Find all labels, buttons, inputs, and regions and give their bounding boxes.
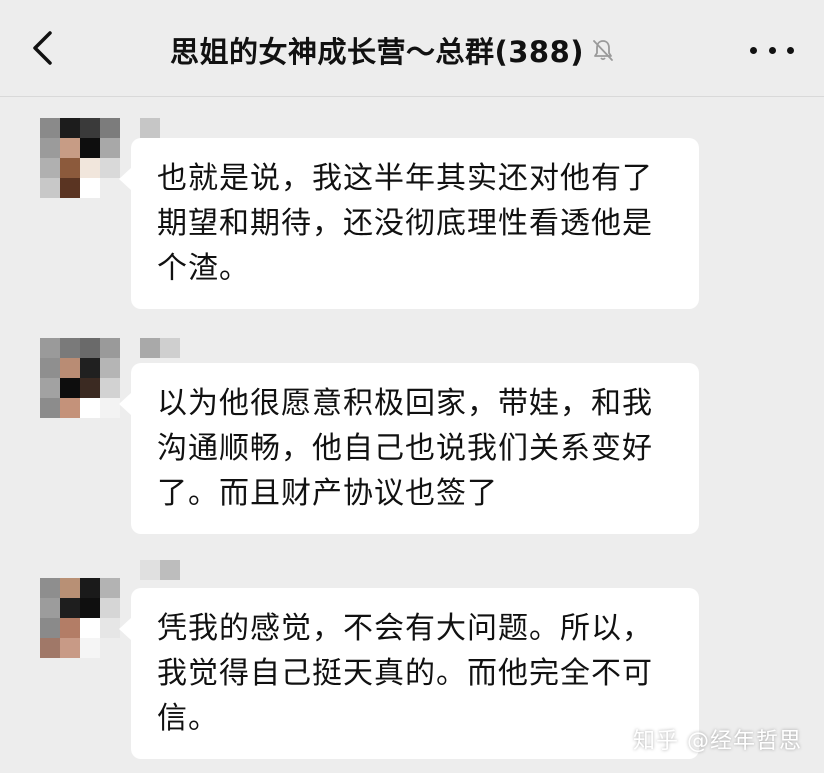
more-dots-icon (750, 46, 757, 54)
bell-slash-icon (590, 37, 616, 63)
chat-title: 思姐的女神成长营～总群(388) (170, 35, 585, 69)
avatar[interactable] (40, 118, 120, 198)
sender-name-blurred (140, 338, 180, 358)
back-button[interactable] (22, 26, 62, 74)
message-bubble[interactable]: 以为他很愿意积极回家，带娃，和我沟通顺畅，他自己也说我们关系变好了。而且财产协议… (119, 363, 699, 534)
more-options-button[interactable] (750, 34, 794, 66)
chat-screen: 思姐的女神成长营～总群(388) 也就是说，我这半年其实还对他有了期望和期待，还… (0, 0, 824, 773)
avatar[interactable] (40, 578, 120, 658)
chevron-left-icon (31, 30, 53, 70)
chat-title-area: 思姐的女神成长营～总群(388) (170, 28, 690, 72)
sender-name-blurred (140, 118, 160, 138)
watermark: 知乎 @经年哲思 (633, 729, 802, 754)
avatar[interactable] (40, 338, 120, 418)
message-bubble[interactable]: 凭我的感觉，不会有大问题。所以，我觉得自己挺天真的。而他完全不可信。 (119, 588, 699, 759)
chat-header: 思姐的女神成长营～总群(388) (0, 0, 824, 97)
sender-name-blurred (140, 560, 180, 580)
message-bubble[interactable]: 也就是说，我这半年其实还对他有了期望和期待，还没彻底理性看透他是个渣。 (119, 138, 699, 309)
